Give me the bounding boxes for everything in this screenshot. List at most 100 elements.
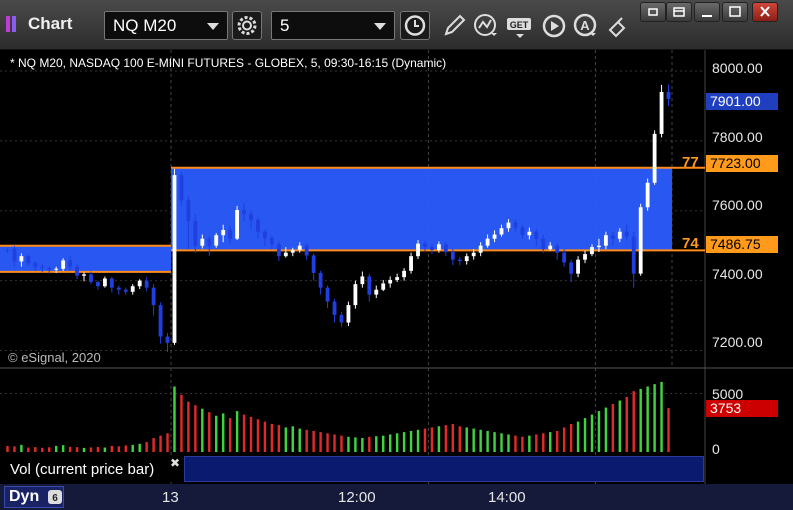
candle-body (179, 175, 184, 201)
candle-body (256, 219, 260, 232)
candle-body (116, 287, 121, 290)
candle-body (478, 245, 483, 253)
candle-body (346, 305, 351, 323)
candle-body (597, 245, 601, 248)
candle-body (193, 221, 198, 246)
candle-body (123, 289, 128, 292)
y-axis-label: 8000.00 (712, 60, 763, 76)
time-label: 14:00 (488, 489, 526, 506)
candle-body (548, 245, 553, 250)
candle-body (54, 268, 59, 270)
vol-current-flag: 3753 (706, 400, 778, 417)
candle-body (562, 252, 567, 263)
clock-icon (404, 15, 426, 36)
candle-body (186, 200, 191, 222)
candle-body (374, 289, 379, 295)
window-title: Chart (28, 14, 73, 33)
candle-body (666, 91, 671, 99)
candle-body (263, 231, 267, 239)
candle-body (82, 274, 86, 276)
gear-icon (237, 16, 257, 35)
candle-body (96, 282, 100, 287)
candle-body (290, 249, 295, 253)
symbol-dropdown[interactable]: NQ M20 (104, 11, 228, 40)
candle-body (520, 227, 525, 236)
candle-body (527, 231, 532, 236)
y-axis-label: 7600.00 (712, 197, 763, 213)
price-zone (171, 167, 672, 251)
maximize-button[interactable] (722, 2, 748, 22)
candle-body (19, 256, 24, 262)
candle-body (109, 278, 114, 288)
time-button[interactable] (400, 11, 430, 40)
candle-body (652, 133, 657, 183)
minimize-icon (702, 15, 712, 17)
candle-body (541, 238, 546, 250)
candle-body (130, 286, 135, 292)
candle-body (395, 277, 400, 280)
candle-body (610, 235, 615, 239)
candle-body (249, 214, 253, 220)
interval-dropdown[interactable]: 5 (271, 11, 395, 40)
close-button[interactable] (752, 2, 778, 22)
y-axis-label: 7200.00 (712, 334, 763, 350)
candle-body (68, 260, 73, 267)
candle-body (311, 255, 316, 273)
alert-icon[interactable]: A (572, 12, 600, 40)
candle-body (151, 287, 156, 306)
candle-body (506, 222, 511, 229)
candle-body (471, 252, 476, 257)
candle-body (33, 263, 38, 267)
candle-body (332, 301, 337, 315)
vol-study-label[interactable]: Vol (current price bar) (4, 456, 184, 482)
candle-body (576, 259, 580, 274)
level-high-flag: 7723.00 (706, 155, 778, 172)
level-low-flag: 7486.75 (706, 236, 778, 253)
candle-body (631, 236, 636, 274)
candle-body (388, 279, 393, 284)
candle-body (499, 228, 504, 235)
candle-body (172, 175, 177, 343)
candle-body (569, 262, 574, 274)
candle-body (276, 244, 281, 257)
link-icon[interactable] (604, 12, 632, 40)
candle-body (513, 222, 518, 228)
candle-body (360, 276, 365, 285)
study-icon[interactable] (472, 12, 500, 40)
candle-body (492, 234, 497, 239)
vol-axis-label: 0 (712, 441, 720, 457)
candle-body (367, 276, 372, 295)
dynamic-mode-button[interactable]: Dyn 6 (4, 486, 64, 508)
candle-body (534, 231, 539, 239)
candle-body (235, 210, 240, 239)
candle-body (555, 245, 560, 253)
candle-body (242, 210, 246, 215)
restore-button[interactable] (666, 2, 692, 22)
minimize-button[interactable] (694, 2, 720, 22)
candle-body (416, 243, 420, 257)
candle-body (402, 270, 407, 278)
maximize-icon (729, 6, 741, 17)
candle-body (283, 252, 288, 257)
candle-body (450, 251, 455, 260)
candle-body (5, 249, 10, 251)
settings-button[interactable] (232, 11, 262, 40)
candle-body (325, 287, 330, 302)
restore-icon (673, 7, 685, 17)
pencil-icon[interactable] (440, 12, 468, 40)
time-axis (0, 484, 793, 510)
time-label: 13 (162, 489, 179, 506)
close-study-icon[interactable]: ✖ (170, 456, 180, 470)
candle-body (61, 260, 66, 269)
price-zone (0, 245, 171, 272)
y-axis-label: 7800.00 (712, 129, 763, 145)
pin-button[interactable] (640, 2, 666, 22)
symbol-value: NQ M20 (113, 16, 177, 35)
candle-body (304, 245, 309, 256)
play-icon[interactable] (540, 12, 568, 40)
candle-body (137, 280, 142, 287)
get-icon[interactable]: GET (506, 12, 534, 40)
app-logo-icon (6, 14, 24, 34)
candle-body (40, 266, 45, 269)
chart-canvas[interactable] (0, 50, 793, 484)
